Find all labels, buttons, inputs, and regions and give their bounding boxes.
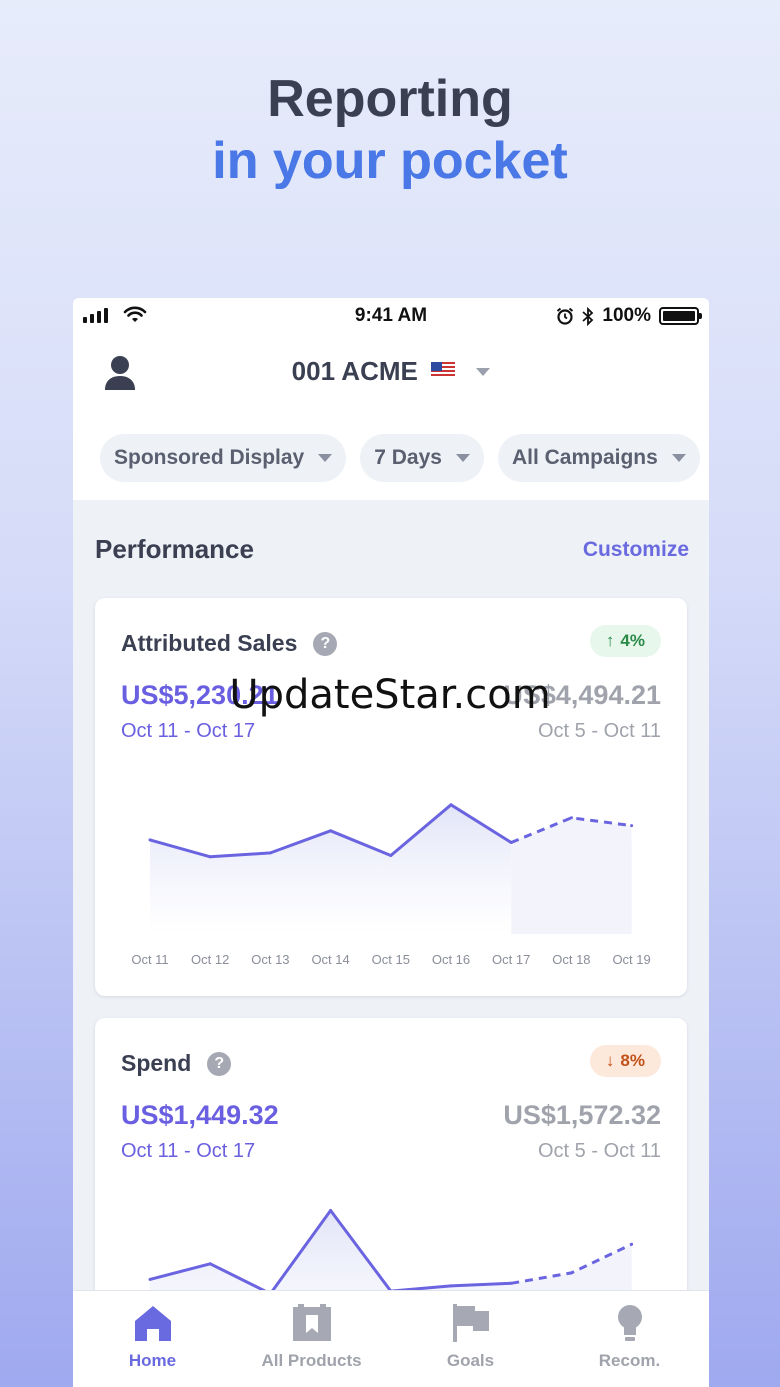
tab-home[interactable]: Home	[73, 1291, 232, 1387]
x-tick-label: Oct 15	[371, 952, 410, 967]
hero-title: Reporting	[267, 70, 513, 128]
data-point	[630, 824, 634, 828]
hero-subtitle: in your pocket	[0, 130, 780, 192]
data-point	[329, 1209, 333, 1212]
battery-icon	[659, 307, 702, 325]
us-flag-icon	[431, 362, 456, 378]
alarm-icon	[557, 307, 574, 325]
filter-date-range[interactable]: 7 Days	[360, 434, 484, 482]
data-point	[509, 841, 513, 844]
x-tick-label: Oct 14	[311, 952, 350, 967]
card-title: Spend	[121, 1050, 192, 1076]
data-point	[569, 1271, 573, 1275]
current-value: US$1,449.32	[121, 1100, 279, 1130]
arrow-up-icon: ↑	[605, 631, 615, 650]
customize-button[interactable]: Customize	[583, 538, 689, 562]
data-point	[148, 838, 152, 842]
phone-screen: 9:41 AM 100% 001 ACME Sponsored Display …	[73, 298, 709, 1387]
data-point	[389, 854, 393, 857]
tab-bar: Home All Products Goals Recom.	[73, 1290, 709, 1387]
chevron-down-icon	[455, 454, 470, 462]
data-point	[449, 1284, 453, 1288]
filter-bar: Sponsored Display 7 Days All Campaigns	[100, 434, 700, 482]
x-tick-label: Oct 19	[612, 952, 651, 967]
top-bar: 9:41 AM 100% 001 ACME Sponsored Display …	[73, 298, 709, 500]
x-axis-labels: Oct 11 Oct 12 Oct 13 Oct 14 Oct 15 Oct 16 Oct …	[95, 952, 687, 970]
status-bar: 9:41 AM 100%	[73, 298, 709, 334]
filter-label: All Campaigns	[511, 446, 658, 469]
x-tick-label: Oct 12	[191, 952, 230, 967]
help-icon[interactable]: ?	[313, 631, 338, 656]
x-tick-label: Oct 17	[492, 952, 531, 967]
battery-percent: 100%	[602, 305, 651, 326]
arrow-down-icon: ↓	[605, 1051, 615, 1070]
data-point	[509, 1281, 513, 1285]
data-point	[148, 1277, 152, 1281]
account-selector[interactable]: 001 ACME	[73, 356, 709, 387]
card-title: Attributed Sales	[121, 630, 298, 656]
sales-chart	[148, 803, 634, 934]
tab-label: Recom.	[598, 1351, 661, 1370]
x-tick-label: Oct 18	[552, 952, 591, 967]
previous-range: Oct 5 - Oct 11	[538, 720, 661, 742]
watermark: UpdateStar.com	[229, 672, 551, 718]
metric-card-sales[interactable]: Attributed Sales ? ↑ 4% US$5,230.21 Oct …	[95, 598, 687, 996]
tab-all-products[interactable]: All Products	[232, 1291, 391, 1387]
change-value: 4%	[620, 631, 645, 650]
data-point	[208, 855, 212, 859]
change-badge: ↑ 4%	[589, 625, 661, 657]
current-range: Oct 11 - Oct 17	[121, 1140, 256, 1162]
tab-label: All Products	[261, 1351, 362, 1370]
previous-range: Oct 5 - Oct 11	[538, 1140, 661, 1162]
tab-goals[interactable]: Goals	[391, 1291, 550, 1387]
previous-value: US$1,572.32	[503, 1100, 661, 1130]
tab-label: Home	[128, 1351, 177, 1370]
x-tick-label: Oct 16	[431, 952, 471, 967]
data-point	[630, 1242, 634, 1246]
data-point	[329, 829, 333, 833]
change-badge: ↓ 8%	[589, 1045, 661, 1077]
x-tick-label: Oct 13	[251, 952, 290, 967]
area-fill	[150, 804, 512, 934]
tab-recommendations[interactable]: Recom.	[550, 1291, 709, 1387]
filter-label: 7 Days	[374, 446, 442, 469]
data-point	[208, 1262, 212, 1266]
home-icon	[134, 1306, 171, 1341]
data-point	[268, 851, 272, 855]
flag-icon	[452, 1304, 489, 1342]
account-name: 001 ACME	[291, 356, 418, 386]
help-icon[interactable]: ?	[207, 1051, 232, 1076]
filter-campaigns[interactable]: All Campaigns	[497, 434, 700, 482]
hero: Reporting in your pocket	[0, 68, 780, 192]
section-title: Performance	[95, 534, 254, 564]
filter-label: Sponsored Display	[114, 446, 305, 469]
lightbulb-icon	[617, 1305, 642, 1341]
filter-ad-type[interactable]: Sponsored Display	[100, 434, 347, 482]
chevron-down-icon	[671, 454, 686, 462]
bluetooth-icon	[582, 306, 594, 326]
data-point	[569, 816, 573, 820]
change-value: 8%	[620, 1051, 645, 1070]
chevron-down-icon	[476, 368, 491, 376]
current-range: Oct 11 - Oct 17	[121, 720, 256, 742]
tab-label: Goals	[446, 1351, 495, 1370]
data-point	[449, 803, 453, 807]
products-icon	[292, 1304, 331, 1341]
chevron-down-icon	[318, 454, 333, 462]
x-tick-label: Oct 11	[131, 952, 169, 967]
